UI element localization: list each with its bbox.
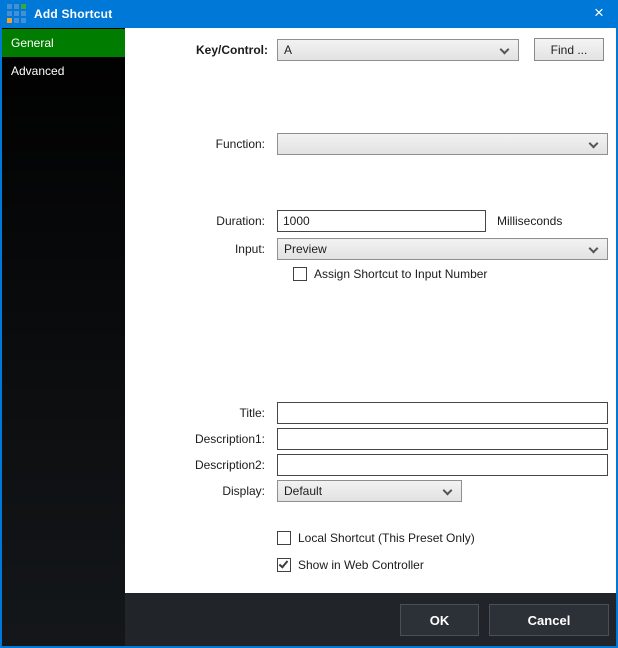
checkbox-box: [293, 267, 307, 281]
title-input[interactable]: [277, 402, 608, 424]
description2-input[interactable]: [277, 454, 608, 476]
app-icon-cell: [21, 4, 26, 9]
sidebar: General Advanced: [2, 28, 125, 646]
app-icon-cell: [21, 11, 26, 16]
display-label: Display:: [130, 480, 265, 502]
chevron-down-icon: [443, 486, 453, 496]
add-shortcut-dialog: Add Shortcut × General Advanced Key/Cont…: [0, 0, 618, 648]
input-label: Input:: [130, 238, 265, 260]
web-controller-checkbox[interactable]: Show in Web Controller: [277, 558, 537, 573]
title-label: Title:: [130, 402, 265, 424]
app-icon-cell: [7, 4, 12, 9]
assign-shortcut-checkbox[interactable]: Assign Shortcut to Input Number: [293, 267, 553, 282]
app-icon-cell: [14, 18, 19, 23]
window-title: Add Shortcut: [34, 0, 112, 28]
tab-advanced[interactable]: Advanced: [2, 57, 125, 85]
app-icon-cell: [7, 18, 12, 23]
key-control-value: A: [284, 40, 292, 60]
key-control-combobox[interactable]: A: [277, 39, 519, 61]
app-icon: [7, 4, 26, 23]
footer-bar: OK Cancel: [125, 593, 616, 646]
assign-shortcut-label: Assign Shortcut to Input Number: [314, 266, 487, 282]
app-icon-cell: [14, 4, 19, 9]
chevron-down-icon: [589, 244, 599, 254]
description1-label: Description1:: [130, 428, 265, 450]
tab-general[interactable]: General: [2, 29, 125, 57]
titlebar: Add Shortcut ×: [0, 0, 618, 28]
duration-label: Duration:: [130, 210, 265, 232]
local-shortcut-checkbox[interactable]: Local Shortcut (This Preset Only): [277, 531, 537, 546]
check-icon: [279, 558, 289, 568]
close-icon[interactable]: ×: [582, 0, 616, 28]
ok-button[interactable]: OK: [400, 604, 479, 636]
app-icon-cell: [7, 11, 12, 16]
form-panel: [125, 28, 616, 593]
local-shortcut-label: Local Shortcut (This Preset Only): [298, 530, 475, 546]
description2-label: Description2:: [130, 454, 265, 476]
find-button[interactable]: Find ...: [534, 38, 604, 61]
milliseconds-label: Milliseconds: [497, 210, 562, 232]
web-controller-label: Show in Web Controller: [298, 557, 424, 573]
app-icon-cell: [21, 18, 26, 23]
chevron-down-icon: [589, 139, 599, 149]
key-control-label: Key/Control:: [130, 39, 268, 61]
input-value: Preview: [284, 239, 327, 259]
function-label: Function:: [130, 133, 265, 155]
checkbox-box: [277, 558, 291, 572]
app-icon-cell: [14, 11, 19, 16]
input-combobox[interactable]: Preview: [277, 238, 608, 260]
display-combobox[interactable]: Default: [277, 480, 462, 502]
description1-input[interactable]: [277, 428, 608, 450]
cancel-button[interactable]: Cancel: [489, 604, 609, 636]
checkbox-box: [277, 531, 291, 545]
function-combobox[interactable]: [277, 133, 608, 155]
display-value: Default: [284, 481, 322, 501]
duration-input[interactable]: [277, 210, 486, 232]
chevron-down-icon: [500, 45, 510, 55]
